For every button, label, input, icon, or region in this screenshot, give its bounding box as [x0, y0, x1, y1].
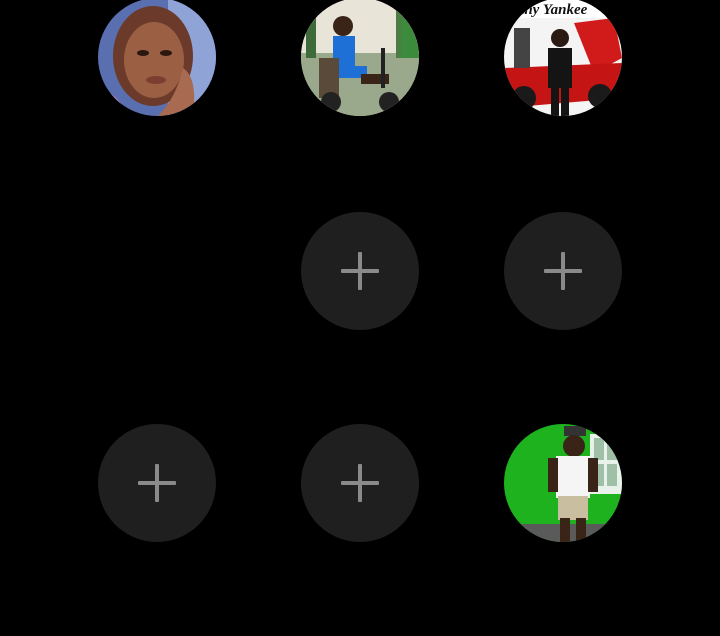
add-contact-button[interactable] — [504, 212, 622, 330]
plus-icon — [138, 464, 176, 502]
plus-icon — [341, 252, 379, 290]
contact-grid: nny Yankee — [0, 0, 720, 636]
plus-icon — [341, 464, 379, 502]
contact-avatar-2[interactable] — [301, 0, 419, 116]
add-contact-button[interactable] — [301, 424, 419, 542]
contact-avatar-3[interactable]: nny Yankee — [504, 0, 622, 116]
add-contact-button[interactable] — [98, 424, 216, 542]
avatar-photo-man-on-scooter — [301, 0, 419, 116]
contact-avatar-4[interactable] — [504, 424, 622, 542]
avatar-photo-man-green-wall — [504, 424, 622, 542]
avatar-photo-man-with-car: nny Yankee — [504, 0, 622, 116]
contact-avatar-1[interactable] — [98, 0, 216, 116]
avatar-caption: nny Yankee — [516, 2, 588, 18]
add-contact-button[interactable] — [301, 212, 419, 330]
avatar-photo-woman — [98, 0, 216, 116]
plus-icon — [544, 252, 582, 290]
